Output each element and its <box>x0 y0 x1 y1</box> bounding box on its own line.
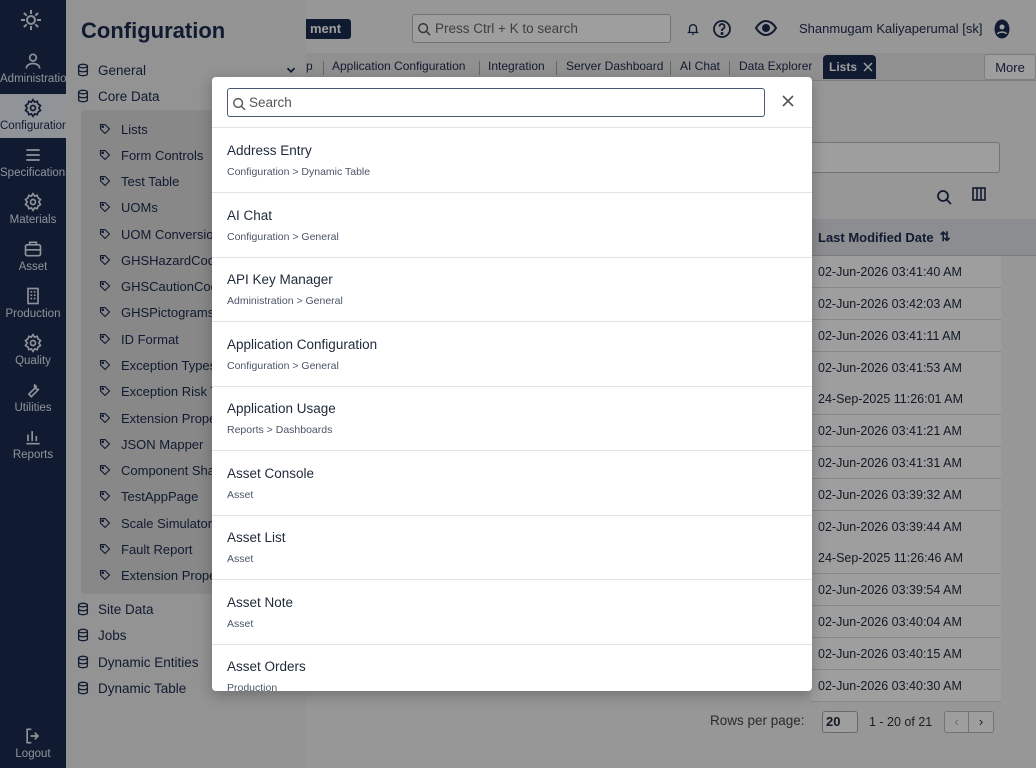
dialog-search-field[interactable] <box>227 88 765 117</box>
search-result-item[interactable]: Address Entry Configuration > Dynamic Ta… <box>212 128 812 193</box>
result-path: Configuration > General <box>227 231 339 243</box>
result-title: Asset List <box>227 530 286 545</box>
result-path: Administration > General <box>227 295 343 307</box>
result-title: Application Configuration <box>227 337 378 352</box>
result-title: API Key Manager <box>227 272 333 287</box>
result-title: Asset Orders <box>227 659 306 674</box>
search-result-item[interactable]: Asset Orders Production <box>212 644 812 691</box>
result-title: Address Entry <box>227 143 312 158</box>
result-path: Asset <box>227 489 254 501</box>
result-path: Production <box>227 682 278 691</box>
result-title: Asset Note <box>227 595 294 610</box>
search-result-item[interactable]: Asset Console Asset <box>212 451 812 516</box>
dialog-header <box>212 77 812 128</box>
result-path: Asset <box>227 618 254 630</box>
result-path: Reports > Dashboards <box>227 424 333 436</box>
result-title: AI Chat <box>227 208 273 223</box>
result-path: Asset <box>227 553 254 565</box>
close-icon[interactable] <box>781 94 795 108</box>
search-icon <box>233 97 246 110</box>
result-path: Configuration > General <box>227 360 339 372</box>
search-result-item[interactable]: API Key Manager Administration > General <box>212 257 812 322</box>
search-result-item[interactable]: Application Configuration Configuration … <box>212 322 812 387</box>
search-result-item[interactable]: AI Chat Configuration > General <box>212 193 812 258</box>
result-title: Application Usage <box>227 401 336 416</box>
search-dialog: Address Entry Configuration > Dynamic Ta… <box>212 77 812 691</box>
search-result-item[interactable]: Application Usage Reports > Dashboards <box>212 386 812 451</box>
result-path: Configuration > Dynamic Table <box>227 166 371 178</box>
dialog-search-input[interactable] <box>249 95 749 110</box>
search-result-item[interactable]: Asset Note Asset <box>212 580 812 645</box>
search-result-item[interactable]: Asset List Asset <box>212 515 812 580</box>
result-title: Asset Console <box>227 466 315 481</box>
